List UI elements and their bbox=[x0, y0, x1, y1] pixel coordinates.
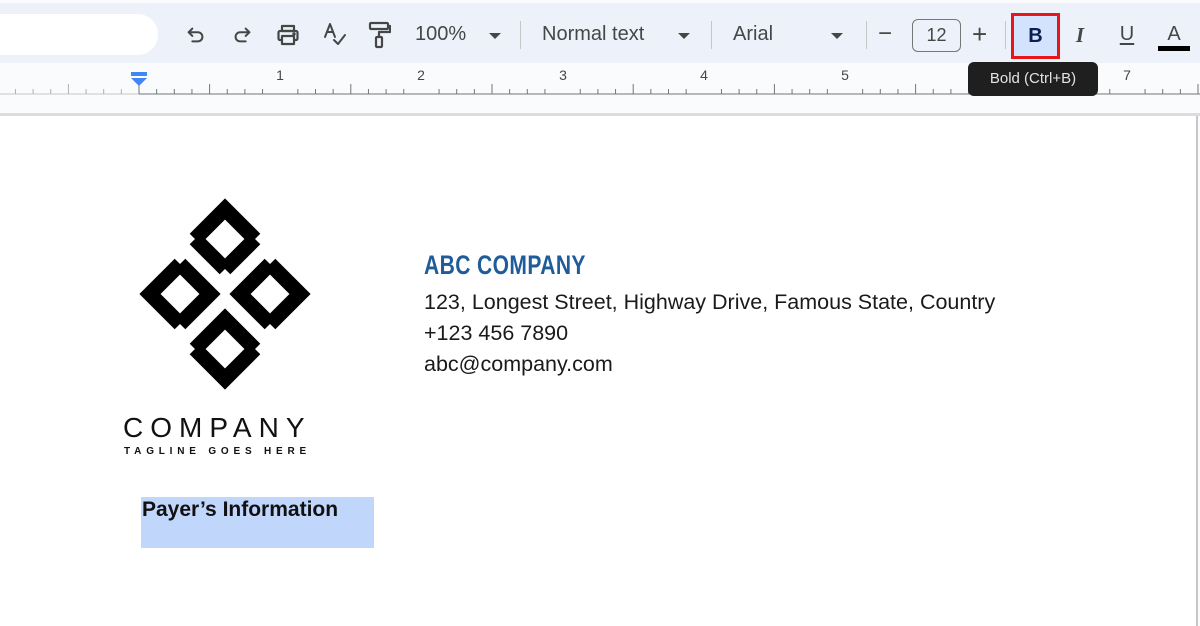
redo-button[interactable] bbox=[228, 20, 256, 50]
paint-format-icon bbox=[368, 21, 391, 49]
text-color-button[interactable]: A bbox=[1158, 20, 1190, 52]
italic-icon: I bbox=[1075, 23, 1085, 47]
company-phone[interactable]: +123 456 7890 bbox=[424, 321, 568, 346]
ruler-number: 1 bbox=[276, 67, 284, 83]
bold-tooltip: Bold (Ctrl+B) bbox=[968, 62, 1098, 96]
company-logo-icon bbox=[139, 198, 311, 390]
company-name[interactable]: ABC COMPANY bbox=[424, 250, 586, 281]
font-select[interactable]: Arial bbox=[733, 23, 773, 46]
underline-button[interactable]: U bbox=[1115, 23, 1139, 46]
ruler-number: 3 bbox=[559, 67, 567, 83]
undo-button[interactable] bbox=[182, 20, 210, 50]
style-caret-icon[interactable] bbox=[678, 33, 690, 39]
zoom-caret-icon[interactable] bbox=[489, 33, 501, 39]
spellcheck-button[interactable] bbox=[320, 20, 348, 50]
toolbar-divider bbox=[711, 21, 712, 49]
undo-icon bbox=[187, 27, 204, 43]
font-size-input[interactable]: 12 bbox=[912, 19, 961, 52]
font-caret-icon[interactable] bbox=[831, 33, 843, 39]
text-color-swatch bbox=[1158, 46, 1190, 51]
company-email[interactable]: abc@company.com bbox=[424, 352, 613, 377]
print-icon bbox=[277, 24, 299, 46]
underline-icon: U bbox=[1119, 23, 1135, 45]
ruler-number: 5 bbox=[841, 67, 849, 83]
ruler-number: 7 bbox=[1123, 67, 1131, 83]
print-button[interactable] bbox=[274, 20, 302, 50]
logo-wordmark: COMPANY bbox=[123, 412, 312, 443]
toolbar-divider bbox=[1005, 21, 1006, 49]
logo-tagline: TAGLINE GOES HERE bbox=[124, 446, 311, 457]
zoom-select[interactable]: 100% bbox=[415, 23, 466, 46]
bold-button[interactable]: B bbox=[1011, 13, 1060, 59]
paragraph-style-select[interactable]: Normal text bbox=[542, 23, 644, 46]
toolbar-divider bbox=[866, 21, 867, 49]
company-address[interactable]: 123, Longest Street, Highway Drive, Famo… bbox=[424, 290, 995, 315]
ruler-number: 4 bbox=[700, 67, 708, 83]
italic-button[interactable]: I bbox=[1068, 23, 1092, 48]
formatting-toolbar: 100% Normal text Arial − 12 + B I U A bbox=[0, 3, 1200, 63]
indent-marker-icon[interactable] bbox=[131, 72, 147, 88]
decrease-font-size-button[interactable]: − bbox=[878, 20, 892, 48]
toolbar-divider bbox=[520, 21, 521, 49]
search-menus-input[interactable] bbox=[0, 14, 158, 55]
paint-format-button[interactable] bbox=[365, 20, 393, 50]
redo-icon bbox=[234, 27, 251, 43]
ruler-number: 2 bbox=[417, 67, 425, 83]
bold-icon: B bbox=[1028, 24, 1043, 47]
text-color-icon: A bbox=[1167, 23, 1181, 45]
payers-information-heading[interactable]: Payer’s Information bbox=[142, 498, 338, 522]
spellcheck-icon bbox=[324, 23, 346, 45]
increase-font-size-button[interactable]: + bbox=[972, 19, 987, 50]
